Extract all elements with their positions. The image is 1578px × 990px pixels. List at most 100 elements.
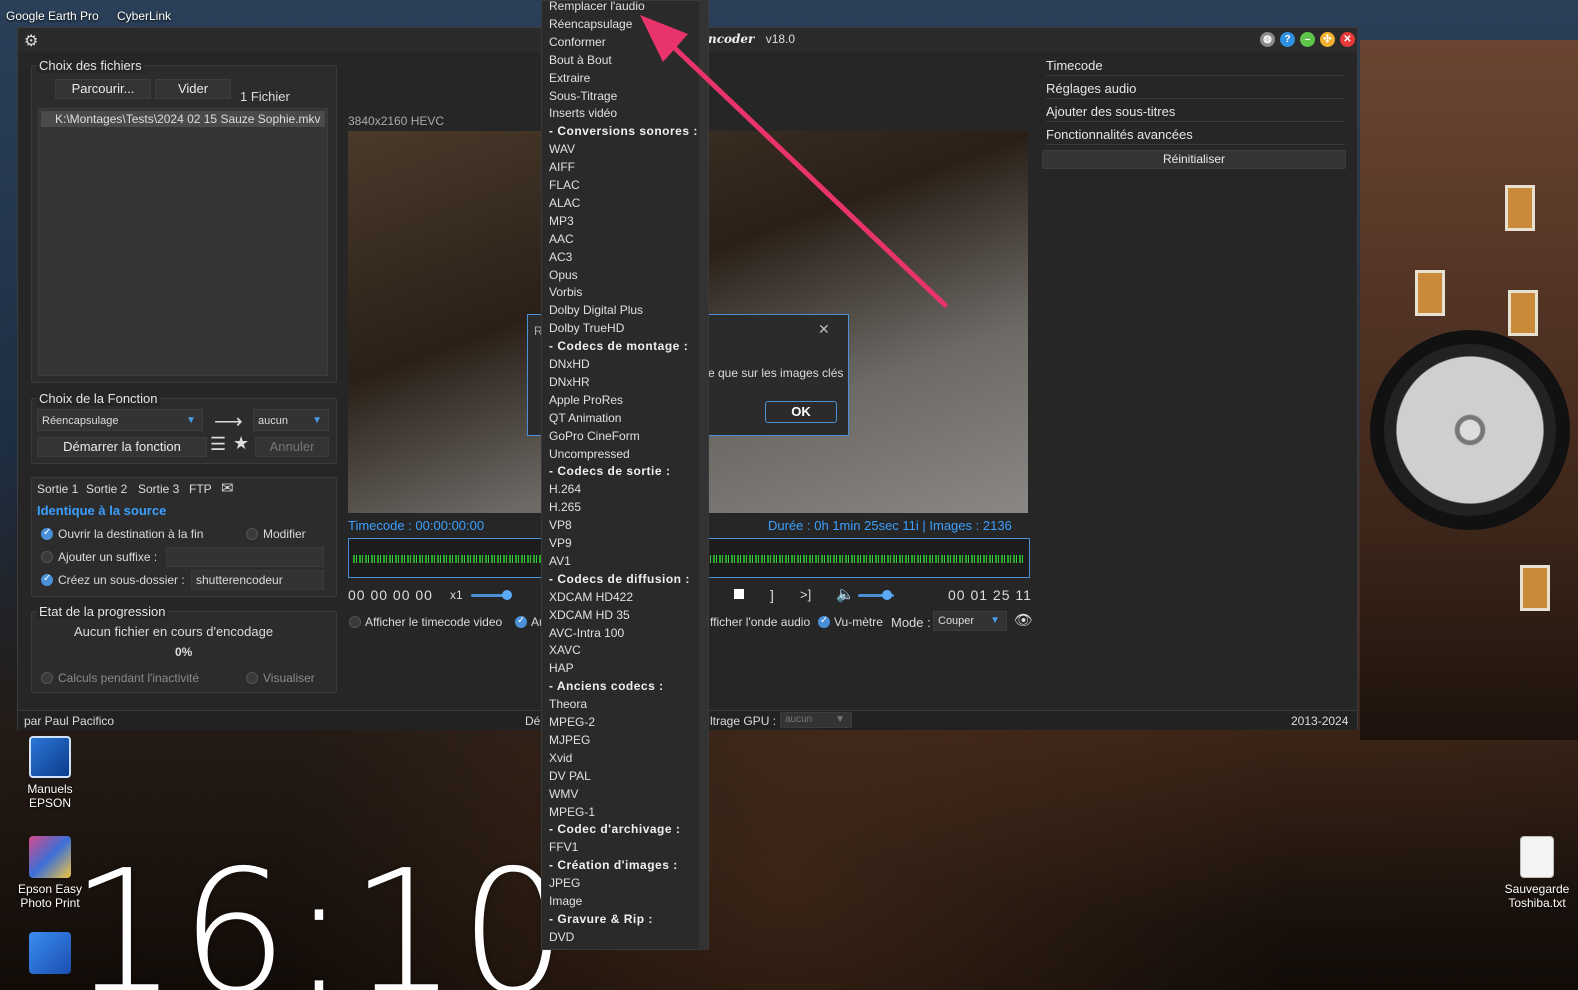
desktop-icon-cyberlink[interactable]: CyberLink	[110, 0, 200, 24]
tab-sortie-3[interactable]: Sortie 3	[138, 482, 179, 496]
settings-gear-icon[interactable]: ⚙	[24, 31, 38, 51]
desktop-icon-manuels-epson[interactable]: Manuels EPSON	[5, 736, 95, 810]
menu-scrollbar[interactable]	[699, 0, 708, 950]
visualize-checkbox[interactable]	[246, 672, 258, 684]
idle-calc-checkbox[interactable]	[41, 672, 53, 684]
menu-item[interactable]: Dolby TrueHD	[549, 319, 624, 337]
menu-item[interactable]: Opus	[549, 266, 578, 284]
menu-item[interactable]: Inserts vidéo	[549, 104, 617, 122]
menu-item[interactable]: AC3	[549, 248, 572, 266]
browse-button[interactable]: Parcourir...	[55, 79, 151, 99]
start-function-button[interactable]: Démarrer la fonction	[37, 437, 207, 457]
menu-item[interactable]: Bout à Bout	[549, 51, 612, 69]
list-item[interactable]: K:\Montages\Tests\2024 02 15 Sauze Sophi…	[41, 111, 325, 127]
dialog-close-icon[interactable]: ✕	[818, 321, 830, 338]
menu-item[interactable]: Xvid	[549, 749, 572, 767]
create-subfolder-checkbox[interactable]	[41, 573, 53, 586]
menu-item[interactable]: XDCAM HD 35	[549, 606, 630, 624]
mark-out-button[interactable]: ]	[770, 587, 774, 603]
auto-checkbox[interactable]	[515, 615, 527, 628]
queue-list-icon[interactable]: ☰	[210, 434, 226, 455]
volume-icon[interactable]: 🔈	[836, 585, 855, 603]
menu-item[interactable]: AV1	[549, 552, 571, 570]
tab-sortie-1[interactable]: Sortie 1	[37, 482, 78, 496]
menu-item[interactable]: VP8	[549, 516, 572, 534]
suffix-input[interactable]	[166, 547, 324, 567]
menu-item[interactable]: H.265	[549, 498, 581, 516]
menu-item[interactable]: HAP	[549, 659, 574, 677]
open-destination-checkbox[interactable]	[41, 527, 53, 540]
show-timecode-checkbox[interactable]	[349, 616, 361, 628]
menu-item[interactable]: ALAC	[549, 194, 580, 212]
maximize-icon[interactable]: ✣	[1320, 32, 1335, 47]
menu-item[interactable]: Theora	[549, 695, 587, 713]
vu-meter-checkbox[interactable]	[818, 615, 830, 628]
envelope-icon[interactable]: ✉	[221, 479, 234, 497]
menu-item[interactable]: Image	[549, 892, 582, 910]
eye-icon[interactable]: 👁	[1014, 611, 1033, 629]
modify-checkbox[interactable]	[246, 528, 258, 540]
mode-select[interactable]: Couper ▼	[933, 611, 1007, 631]
menu-item[interactable]: GoPro CineForm	[549, 427, 640, 445]
menu-item[interactable]: Dolby Digital Plus	[549, 301, 643, 319]
add-suffix-checkbox[interactable]	[41, 551, 53, 563]
menu-item[interactable]: Réencapsulage	[549, 15, 632, 33]
volume-slider-thumb[interactable]	[881, 590, 892, 600]
desktop-icon-sauvegarde-toshiba[interactable]: Sauvegarde Toshiba.txt	[1492, 836, 1578, 910]
target-select[interactable]: aucun ▼	[253, 409, 329, 431]
section-advanced[interactable]: Fonctionnalités avancées	[1046, 127, 1344, 145]
help-icon[interactable]: ?	[1280, 32, 1295, 47]
menu-item[interactable]: MP3	[549, 212, 574, 230]
clear-button[interactable]: Vider	[155, 79, 231, 99]
star-icon[interactable]: ★	[233, 433, 249, 454]
section-audio-settings[interactable]: Réglages audio	[1046, 81, 1344, 99]
menu-item[interactable]: Conformer	[549, 33, 606, 51]
menu-item[interactable]: VP9	[549, 534, 572, 552]
menu-item[interactable]: XAVC	[549, 641, 581, 659]
menu-item[interactable]: AIFF	[549, 158, 575, 176]
function-dropdown-menu[interactable]: Remplacer l'audio Réencapsulage Conformer B…	[541, 0, 709, 950]
section-subtitles[interactable]: Ajouter des sous-titres	[1046, 104, 1344, 122]
menu-item[interactable]: MJPEG	[549, 731, 590, 749]
timecode-in[interactable]: 00 00 00 00	[348, 587, 433, 603]
menu-item[interactable]: Uncompressed	[549, 445, 630, 463]
minimize-icon[interactable]: –	[1300, 32, 1315, 47]
gpu-filter-select[interactable]: aucun ▼	[780, 712, 852, 728]
menu-item[interactable]: JPEG	[549, 874, 580, 892]
menu-item[interactable]: DVD	[549, 928, 574, 946]
subfolder-input[interactable]: shutterencodeur	[191, 570, 324, 590]
speed-slider-thumb[interactable]	[502, 590, 512, 600]
ok-button[interactable]: OK	[765, 401, 837, 423]
menu-item[interactable]: WMV	[549, 785, 578, 803]
menu-item[interactable]: MPEG-1	[549, 803, 595, 821]
menu-item[interactable]: FFV1	[549, 838, 578, 856]
menu-item[interactable]: DNxHR	[549, 373, 590, 391]
function-select[interactable]: Réencapsulage ▼	[37, 409, 203, 431]
menu-item[interactable]: WAV	[549, 140, 575, 158]
menu-item[interactable]: XDCAM HD422	[549, 588, 633, 606]
menu-item[interactable]: Remplacer l'audio	[549, 1, 645, 15]
language-globe-icon[interactable]: ◍	[1260, 32, 1275, 47]
menu-item[interactable]: FLAC	[549, 176, 580, 194]
section-timecode[interactable]: Timecode	[1046, 58, 1344, 76]
menu-item[interactable]: Sous-Titrage	[549, 87, 617, 105]
next-frame-button[interactable]: >]	[800, 587, 811, 602]
menu-item[interactable]: DNxHD	[549, 355, 590, 373]
menu-item[interactable]: QT Animation	[549, 409, 621, 427]
menu-item[interactable]: AVC-Intra 100	[549, 624, 624, 642]
cancel-button[interactable]: Annuler	[255, 437, 329, 457]
menu-item[interactable]: DV PAL	[549, 767, 591, 785]
reset-button[interactable]: Réinitialiser	[1042, 150, 1346, 169]
file-list[interactable]: K:\Montages\Tests\2024 02 15 Sauze Sophi…	[38, 108, 328, 376]
menu-item[interactable]: MPEG-2	[549, 713, 595, 731]
stop-button[interactable]	[730, 585, 748, 603]
close-icon[interactable]: ✕	[1340, 32, 1355, 47]
tab-sortie-2[interactable]: Sortie 2	[86, 482, 127, 496]
desktop-icon-google-earth[interactable]: Google Earth Pro	[0, 0, 110, 24]
destination-label[interactable]: Identique à la source	[37, 503, 166, 518]
menu-item[interactable]: Extraire	[549, 69, 590, 87]
menu-item[interactable]: H.264	[549, 480, 581, 498]
timecode-out[interactable]: 00 01 25 11	[948, 587, 1032, 603]
tab-ftp[interactable]: FTP	[189, 482, 212, 496]
menu-item[interactable]: Apple ProRes	[549, 391, 623, 409]
